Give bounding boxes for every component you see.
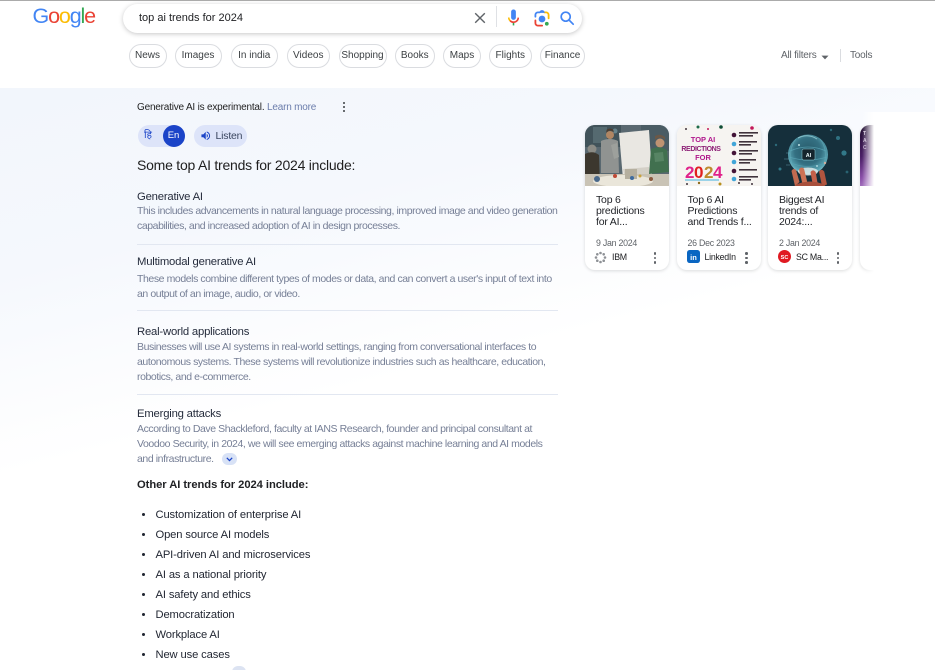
svg-text:AI: AI [806,153,812,159]
svg-text:TOP AI: TOP AI [690,135,714,144]
svg-text:SC: SC [781,255,789,261]
svg-text:FOR: FOR [695,153,711,162]
svg-text:REDICTIONS: REDICTIONS [681,146,721,153]
svg-text:in: in [690,253,697,262]
